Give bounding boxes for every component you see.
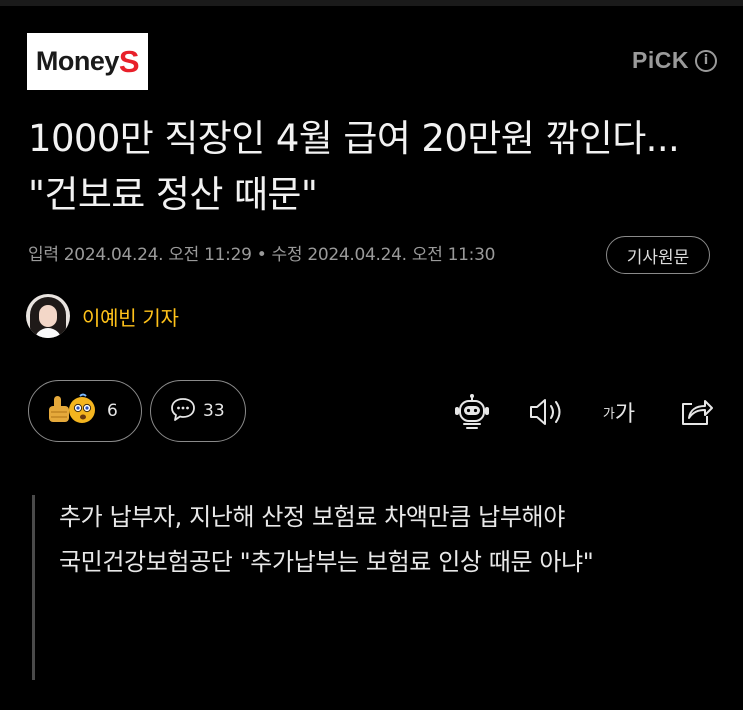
article-summary: 추가 납부자, 지난해 산정 보험료 차액만큼 납부해야 국민건강보험공단 "추… (32, 495, 722, 680)
summary-line: 국민건강보험공단 "추가납부는 보험료 인상 때문 아냐" (59, 548, 594, 576)
font-size-button[interactable]: 가가 (594, 390, 644, 434)
summary-line: 추가 납부자, 지난해 산정 보험료 차액만큼 납부해야 (59, 503, 565, 531)
font-small-label: 가 (602, 406, 615, 422)
article-headline: 1000만 직장인 4월 급여 20만원 깎인다... "건보료 정산 때문" (28, 117, 680, 216)
original-article-button[interactable]: 기사원문 (606, 236, 710, 274)
article-timestamps: 입력 2024.04.24. 오전 11:29 • 수정 2024.04.24.… (28, 245, 496, 265)
logo-text: Money (35, 46, 120, 76)
reaction-count: 6 (107, 401, 118, 421)
font-big-label: 가 (614, 402, 636, 427)
author-name[interactable]: 이예빈 기자 (82, 302, 179, 331)
author-avatar[interactable] (26, 294, 70, 338)
reaction-button[interactable]: 6 (28, 380, 142, 442)
ai-bot-icon[interactable] (450, 390, 494, 434)
moneys-logo[interactable]: Money S (27, 33, 148, 90)
comment-icon (169, 396, 197, 426)
share-icon[interactable] (672, 390, 720, 434)
speaker-icon[interactable] (524, 390, 568, 434)
reaction-emoji-icon (45, 392, 101, 430)
logo-accent: S (118, 43, 140, 79)
comment-count: 33 (203, 401, 225, 421)
article-toolbar: 가가 (450, 390, 720, 434)
pick-label: PiCK (632, 47, 689, 73)
info-icon[interactable]: i (695, 49, 717, 72)
author-row[interactable]: 이예빈 기자 (26, 294, 179, 338)
comment-button[interactable]: 33 (150, 380, 246, 442)
pick-badge[interactable]: PiCK i (632, 47, 717, 74)
status-strip (0, 0, 743, 6)
